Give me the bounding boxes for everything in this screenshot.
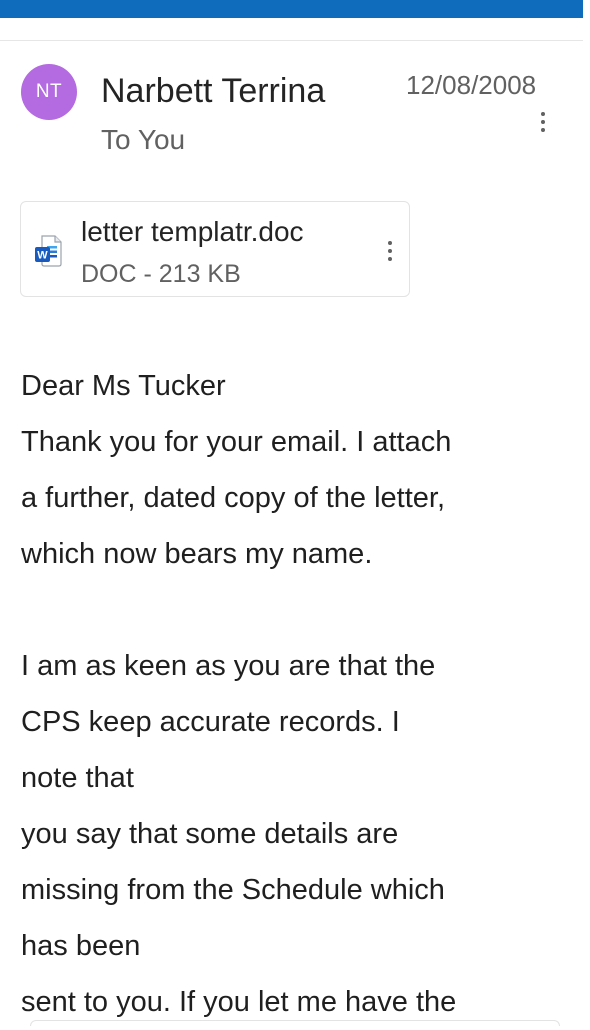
sender-avatar[interactable]: NT — [21, 64, 77, 120]
svg-text:W: W — [37, 250, 48, 262]
body-line: Thank you for your email. I attach — [21, 426, 452, 458]
sender-name[interactable]: Narbett Terrina — [101, 70, 325, 112]
body-line: you say that some details are — [21, 818, 399, 850]
more-vertical-icon-dot — [541, 128, 545, 132]
more-vertical-icon — [388, 241, 392, 245]
message-more-options-button[interactable] — [531, 102, 555, 142]
message-body: Dear Ms Tucker Thank you for your email.… — [21, 358, 581, 1030]
more-vertical-icon-dot — [541, 120, 545, 124]
word-doc-icon: W — [35, 235, 62, 267]
attachment-more-options-button[interactable] — [378, 231, 402, 271]
attachment-file-name: letter templatr.doc — [81, 216, 304, 247]
body-line: I am as keen as you are that the — [21, 650, 436, 682]
more-vertical-icon-dot — [388, 257, 392, 261]
attachment-card[interactable]: W letter templatr.doc DOC - 213 KB — [20, 201, 410, 297]
attachment-file-meta: DOC - 213 KB — [81, 260, 241, 288]
body-line: note that — [21, 762, 134, 794]
body-line: missing from the Schedule which — [21, 874, 445, 906]
body-line: which now bears my name. — [21, 538, 373, 570]
sender-initials: NT — [35, 81, 63, 102]
body-line: Dear Ms Tucker — [21, 370, 226, 402]
more-vertical-icon-dot — [388, 249, 392, 253]
right-edge — [583, 0, 590, 1024]
body-line: has been — [21, 930, 141, 962]
header-divider — [0, 40, 583, 41]
message-date: 12/08/2008 — [406, 70, 537, 100]
body-line: CPS keep accurate records. I — [21, 706, 400, 738]
next-card-edge — [30, 1020, 560, 1026]
app-top-bar — [0, 0, 583, 18]
body-line: a further, dated copy of the letter, — [21, 482, 445, 514]
body-blank-line — [21, 582, 581, 638]
recipient-line: To You — [101, 124, 186, 155]
more-vertical-icon — [541, 112, 545, 116]
